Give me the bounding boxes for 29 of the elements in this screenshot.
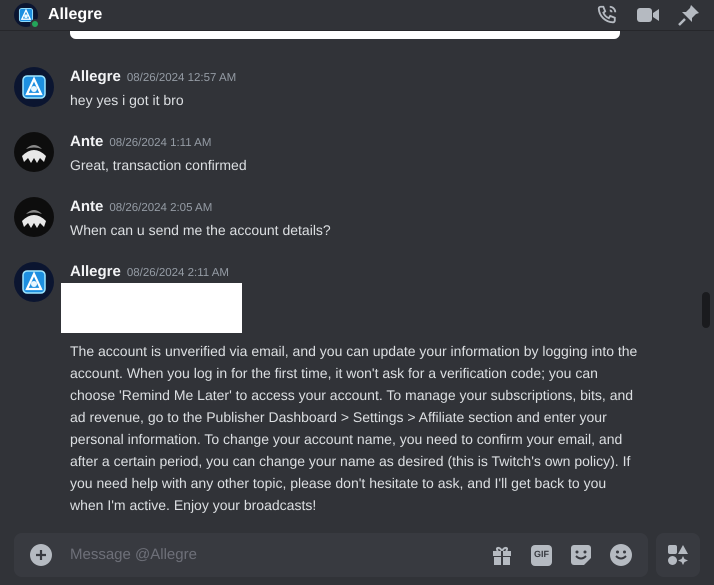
header-avatar-drawing [14, 3, 38, 27]
author-name[interactable]: Ante [70, 197, 104, 217]
author-name[interactable]: Ante [70, 132, 104, 152]
message-text: The account is unverified via email, and you can update your information by logging into the account. When you log in for the first time, it won't ask for a verification code; you can choose 'Remind Me Later' to access your account. To manage your subscriptions, bits, and ad revenue, go to the Publisher Dashboard > Settings > Affiliate section and enter your personal information. To change your account name, you need to confirm your email, and after a certain period, you can change your name as desired (this is Twitch's own policy). If you need help with any other topic, please don't hesitate to ask, and I'll get back to you when I'm active. Enjoy your broadcasts! [70, 342, 638, 515]
apps-icon [667, 544, 689, 566]
author-name[interactable]: Allegre [70, 262, 121, 282]
pin-icon[interactable] [678, 4, 700, 26]
add-icon[interactable] [30, 544, 52, 566]
message-timestamp: 08/26/2024 1:11 AM [109, 136, 212, 151]
message-timestamp: 08/26/2024 12:57 AM [126, 71, 236, 86]
avatar-drawing [14, 197, 54, 237]
window-title: Allegre [48, 5, 102, 25]
sticker-icon[interactable] [570, 544, 592, 566]
message-text: When can u send me the account details? [70, 221, 331, 240]
emoji-icon[interactable] [610, 544, 632, 566]
avatar-drawing [14, 132, 54, 172]
message-input-field[interactable]: Message @Allegre GIF [14, 533, 648, 577]
gift-icon[interactable] [491, 544, 513, 566]
avatar-drawing [14, 67, 54, 107]
apps-button[interactable] [656, 533, 700, 577]
phone-call-icon[interactable] [596, 4, 618, 26]
author-name[interactable]: Allegre [70, 67, 121, 87]
gif-button[interactable]: GIF [531, 544, 552, 566]
message-timestamp: 08/26/2024 2:11 AM [126, 266, 229, 281]
scrollbar-thumb[interactable] [702, 292, 710, 328]
avatar-drawing [14, 262, 54, 302]
message-text: Great, transaction confirmed [70, 156, 247, 175]
message-timestamp: 08/26/2024 2:05 AM [109, 201, 212, 216]
message-text: hey yes i got it bro [70, 91, 185, 110]
